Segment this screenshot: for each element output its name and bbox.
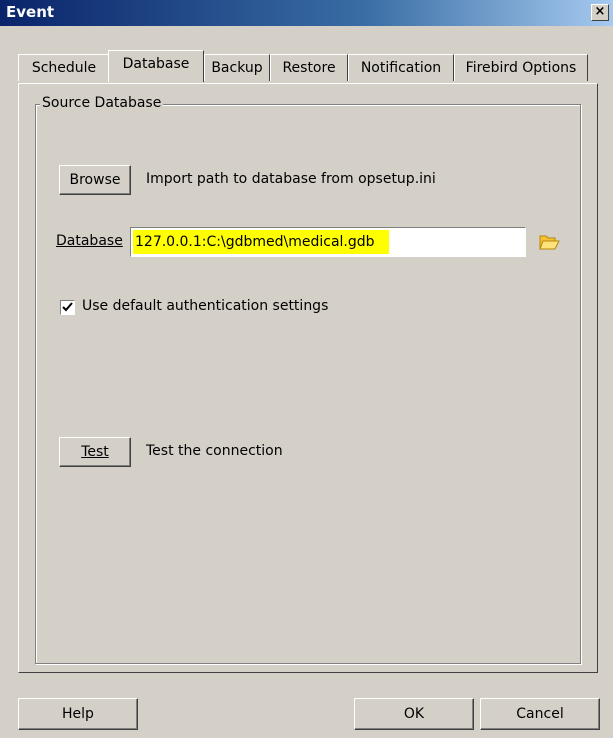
close-button[interactable]: ×: [591, 4, 609, 21]
database-field[interactable]: 127.0.0.1:C:\gdbmed\medical.gdb: [130, 227, 526, 257]
group-title: Source Database: [40, 95, 164, 111]
tab-panel-database: Source Database Browse Import path to da…: [18, 83, 598, 673]
test-button-label: Test: [81, 444, 109, 460]
test-description: Test the connection: [146, 443, 283, 459]
ok-button[interactable]: OK: [354, 698, 474, 730]
close-icon: ×: [594, 4, 606, 19]
tab-backup[interactable]: Backup: [204, 54, 270, 81]
auth-checkbox[interactable]: [60, 300, 75, 315]
window-title: Event: [6, 3, 55, 21]
help-button[interactable]: Help: [18, 698, 138, 730]
tab-restore[interactable]: Restore: [270, 54, 348, 81]
folder-open-icon[interactable]: [538, 231, 560, 251]
cancel-button[interactable]: Cancel: [480, 698, 600, 730]
tab-database[interactable]: Database: [108, 50, 204, 82]
tab-firebird-options[interactable]: Firebird Options: [454, 54, 588, 81]
test-button[interactable]: Test: [59, 437, 131, 467]
tab-notification[interactable]: Notification: [348, 54, 454, 81]
auth-checkbox-label[interactable]: Use default authentication settings: [82, 298, 328, 314]
checkmark-icon: [62, 302, 73, 312]
browse-button[interactable]: Browse: [59, 165, 131, 195]
tab-schedule[interactable]: Schedule: [18, 54, 110, 81]
title-bar: Event ×: [0, 0, 613, 26]
browse-description: Import path to database from opsetup.ini: [146, 171, 436, 187]
database-label: Database: [56, 233, 123, 249]
database-value: 127.0.0.1:C:\gdbmed\medical.gdb: [133, 230, 389, 254]
source-database-group: Source Database Browse Import path to da…: [35, 95, 581, 664]
